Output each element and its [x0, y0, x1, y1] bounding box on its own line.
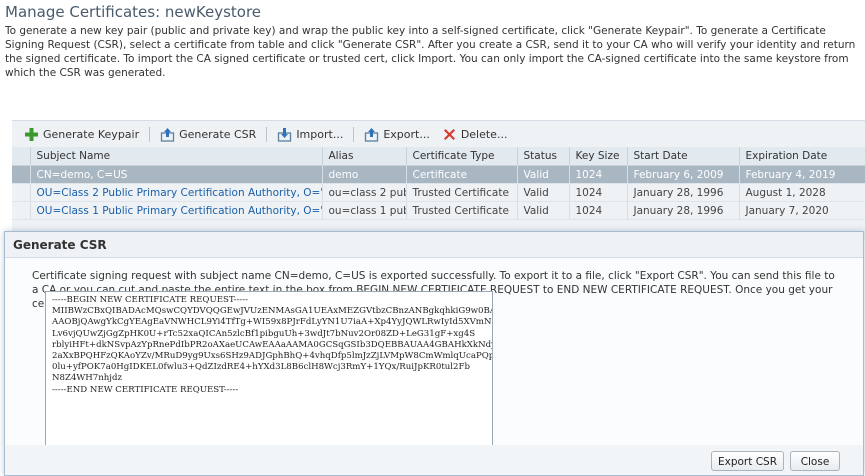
upload-icon [160, 127, 175, 142]
expiration-date-cell: August 1, 2028 [739, 183, 865, 202]
subject-name-link[interactable]: CN=demo, C=US [30, 165, 323, 184]
column-header-alias[interactable]: Alias [322, 147, 407, 166]
table-row[interactable]: OU=Class 2 Public Primary Certification … [12, 183, 865, 202]
column-header-certificate-type[interactable]: Certificate Type [406, 147, 518, 166]
close-button[interactable]: Close [790, 451, 840, 471]
toolbar-separator [266, 126, 268, 142]
alias-cell: demo [322, 165, 407, 184]
import-label: Import... [296, 127, 344, 141]
column-header-subject-name[interactable]: Subject Name [30, 147, 323, 166]
page-description: To generate a new key pair (public and p… [5, 25, 856, 79]
table-header-row: Subject Name Alias Certificate Type Stat… [12, 147, 865, 166]
start-date-cell: January 28, 1996 [627, 183, 740, 202]
column-header-key-size[interactable]: Key Size [569, 147, 628, 166]
key-size-cell: 1024 [569, 183, 628, 202]
generate-keypair-label: Generate Keypair [43, 127, 140, 141]
start-date-cell: February 6, 2009 [627, 165, 740, 184]
key-size-cell: 1024 [569, 165, 628, 184]
certificates-panel: Generate Keypair Generate CSR Import... … [12, 120, 865, 241]
table-row[interactable]: OU=Class 1 Public Primary Certification … [12, 201, 865, 220]
subject-name-link[interactable]: OU=Class 2 Public Primary Certification … [30, 183, 323, 202]
status-cell: Valid [517, 165, 570, 184]
export-icon [364, 127, 379, 142]
selection-gutter-header [12, 147, 31, 166]
certificate-type-cell: Trusted Certificate [406, 183, 518, 202]
delete-label: Delete... [460, 127, 508, 141]
csr-text-area[interactable]: -----BEGIN NEW CERTIFICATE REQUEST----- … [45, 291, 493, 454]
row-selector[interactable] [12, 165, 31, 184]
export-button[interactable]: Export... [358, 127, 436, 142]
certificates-table: Subject Name Alias Certificate Type Stat… [12, 147, 865, 220]
row-selector[interactable] [12, 201, 31, 220]
column-header-expiration-date[interactable]: Expiration Date [739, 147, 865, 166]
subject-name-link[interactable]: OU=Class 1 Public Primary Certification … [30, 201, 323, 220]
certificate-type-cell: Trusted Certificate [406, 201, 518, 220]
dialog-title[interactable]: Generate CSR [5, 232, 863, 258]
delete-button[interactable]: Delete... [436, 127, 514, 142]
column-header-status[interactable]: Status [517, 147, 570, 166]
generate-csr-dialog: Generate CSR Certificate signing request… [4, 231, 864, 476]
generate-csr-label: Generate CSR [179, 127, 257, 141]
generate-keypair-button[interactable]: Generate Keypair [18, 127, 145, 142]
download-icon [277, 127, 292, 142]
plus-icon [24, 127, 39, 142]
generate-csr-button[interactable]: Generate CSR [154, 127, 262, 142]
expiration-date-cell: February 4, 2019 [739, 165, 865, 184]
import-button[interactable]: Import... [271, 127, 349, 142]
export-label: Export... [383, 127, 430, 141]
column-header-start-date[interactable]: Start Date [627, 147, 740, 166]
start-date-cell: January 28, 1996 [627, 201, 740, 220]
page-title: Manage Certificates: newKeystore [5, 3, 262, 21]
certificate-type-cell: Certificate [406, 165, 518, 184]
delete-x-icon [442, 127, 457, 142]
toolbar-separator [149, 126, 151, 142]
status-cell: Valid [517, 183, 570, 202]
alias-cell: ou=class 1 publ [322, 201, 407, 220]
certificates-toolbar: Generate Keypair Generate CSR Import... … [12, 121, 865, 147]
row-selector[interactable] [12, 183, 31, 202]
dialog-footer: Export CSR Close [5, 445, 863, 475]
key-size-cell: 1024 [569, 201, 628, 220]
alias-cell: ou=class 2 publ [322, 183, 407, 202]
table-row[interactable]: CN=demo, C=US demo Certificate Valid 102… [12, 165, 865, 184]
status-cell: Valid [517, 201, 570, 220]
export-csr-button[interactable]: Export CSR [711, 451, 784, 471]
expiration-date-cell: January 7, 2020 [739, 201, 865, 220]
toolbar-separator [353, 126, 355, 142]
